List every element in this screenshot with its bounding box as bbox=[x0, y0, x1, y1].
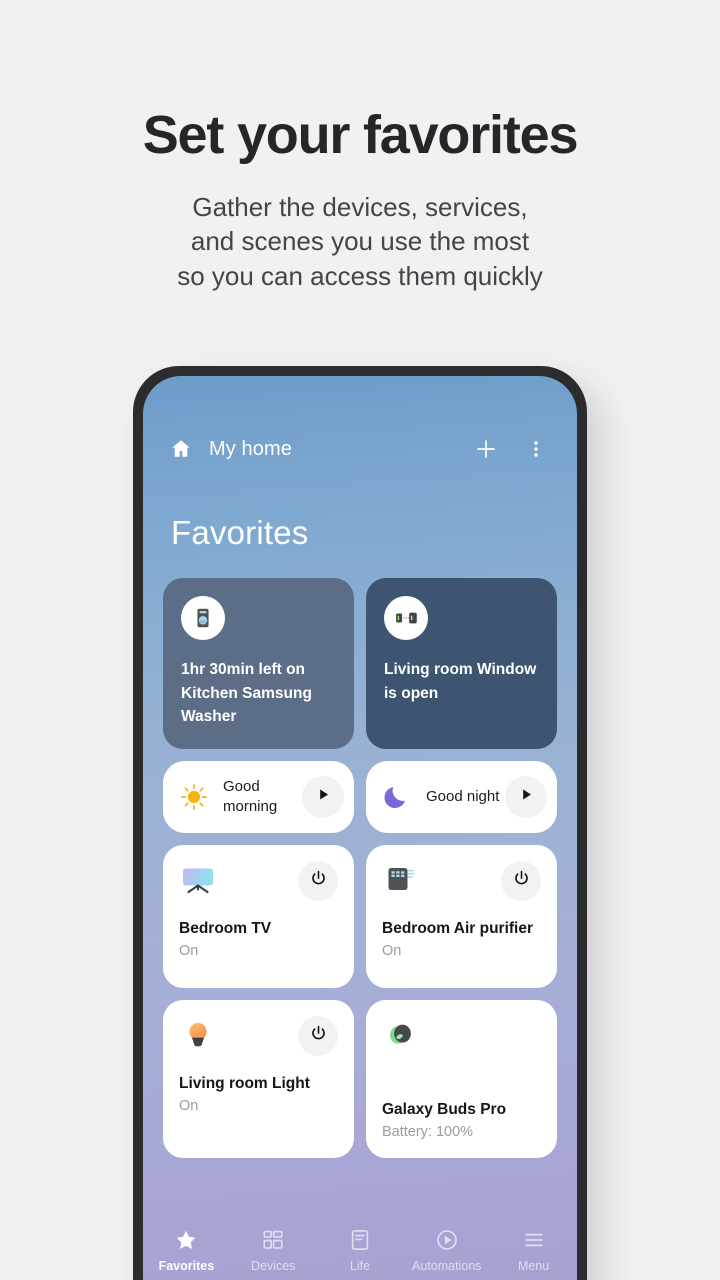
power-icon bbox=[309, 1024, 328, 1048]
scene-card-good-morning[interactable]: Good morning bbox=[163, 760, 354, 833]
promo-page: Set your favorites Gather the devices, s… bbox=[0, 0, 720, 1280]
device-state: On bbox=[179, 942, 199, 959]
status-card-text: 1hr 30min left on Kitchen Samsung Washer bbox=[181, 661, 312, 726]
device-card-bedroom-air-purifier[interactable]: Bedroom Air purifier On bbox=[366, 844, 557, 988]
play-icon bbox=[519, 787, 534, 807]
nav-item-automations[interactable]: Automations bbox=[403, 1228, 490, 1273]
promo-subtitle-line-1: Gather the devices, services, bbox=[192, 192, 528, 223]
scene-play-button[interactable] bbox=[505, 775, 547, 818]
star-icon bbox=[174, 1228, 198, 1252]
nav-item-life[interactable]: Life bbox=[317, 1228, 404, 1273]
scene-card-good-night[interactable]: Good night bbox=[366, 760, 557, 833]
device-icon-row bbox=[382, 1016, 541, 1062]
power-icon bbox=[512, 869, 531, 893]
device-icon-row bbox=[382, 860, 541, 907]
device-state: On bbox=[179, 1097, 199, 1114]
promo-subtitle-line-3: so you can access them quickly bbox=[177, 260, 543, 291]
scene-label: Good morning bbox=[223, 778, 278, 815]
nav-label: Automations bbox=[412, 1259, 482, 1273]
nav-label: Devices bbox=[250, 1259, 296, 1273]
device-name: Galaxy Buds Pro bbox=[382, 1100, 507, 1118]
lightbulb-icon bbox=[179, 1016, 217, 1054]
device-state: On bbox=[382, 942, 402, 959]
menu-icon bbox=[522, 1228, 546, 1252]
favorites-heading: Favorites bbox=[171, 514, 309, 551]
tv-icon bbox=[179, 861, 217, 899]
device-icon-row bbox=[179, 1015, 338, 1062]
power-icon bbox=[309, 869, 328, 893]
window-sensor-icon bbox=[384, 596, 428, 640]
more-options-button[interactable] bbox=[521, 434, 551, 464]
promo-subtitle: Gather the devices, services, and scenes… bbox=[0, 190, 720, 293]
page-title: Set your favorites bbox=[142, 105, 579, 165]
life-icon bbox=[348, 1228, 372, 1252]
nav-item-menu[interactable]: Menu bbox=[490, 1228, 577, 1273]
plus-icon bbox=[474, 437, 498, 461]
nav-label: Menu bbox=[517, 1259, 550, 1273]
washer-icon bbox=[181, 596, 225, 640]
nav-item-devices[interactable]: Devices bbox=[230, 1228, 317, 1273]
kebab-menu-icon bbox=[533, 437, 539, 461]
nav-label: Life bbox=[349, 1259, 371, 1273]
moon-icon bbox=[382, 782, 412, 812]
device-name: Bedroom Air purifier bbox=[382, 919, 533, 937]
status-card-text: Living room Window is open bbox=[384, 661, 537, 702]
status-card-washer[interactable]: 1hr 30min left on Kitchen Samsung Washer bbox=[163, 578, 354, 749]
home-name-label: My home bbox=[209, 437, 292, 460]
device-name: Living room Light bbox=[179, 1074, 310, 1092]
status-card-window[interactable]: Living room Window is open bbox=[366, 578, 557, 749]
automations-icon bbox=[435, 1228, 459, 1252]
nav-label: Favorites bbox=[158, 1259, 215, 1273]
nav-item-favorites[interactable]: Favorites bbox=[143, 1228, 230, 1273]
earbuds-icon bbox=[382, 1016, 420, 1054]
sun-icon bbox=[179, 782, 209, 812]
scene-label: Good night bbox=[426, 788, 500, 806]
favorites-grid: 1hr 30min left on Kitchen Samsung Washer bbox=[163, 578, 557, 1158]
power-toggle-button[interactable] bbox=[298, 1015, 338, 1056]
app-bar: My home bbox=[143, 418, 577, 480]
add-button[interactable] bbox=[471, 434, 501, 464]
promo-subtitle-line-2: and scenes you use the most bbox=[190, 226, 530, 257]
power-toggle-button[interactable] bbox=[501, 860, 541, 901]
bottom-navigation: Favorites Devices Life Automations Menu bbox=[143, 1218, 577, 1280]
device-card-galaxy-buds-pro[interactable]: Galaxy Buds Pro Battery: 100% bbox=[366, 999, 557, 1158]
device-card-living-room-light[interactable]: Living room Light On bbox=[163, 999, 354, 1158]
scene-play-button[interactable] bbox=[302, 775, 344, 818]
promo-header: Set your favorites Gather the devices, s… bbox=[0, 0, 720, 293]
play-icon bbox=[316, 787, 331, 807]
devices-icon bbox=[261, 1228, 285, 1252]
phone-screen: My home Favorites 1hr 30min left on Kitc… bbox=[143, 376, 577, 1280]
phone-mockup: My home Favorites 1hr 30min left on Kitc… bbox=[133, 366, 587, 1280]
device-card-bedroom-tv[interactable]: Bedroom TV On bbox=[163, 844, 354, 988]
device-state: Battery: 100% bbox=[382, 1123, 474, 1140]
device-icon-row bbox=[179, 860, 338, 907]
air-purifier-icon bbox=[382, 861, 420, 899]
power-toggle-button[interactable] bbox=[298, 860, 338, 901]
home-icon bbox=[169, 437, 193, 461]
device-name: Bedroom TV bbox=[179, 919, 272, 937]
